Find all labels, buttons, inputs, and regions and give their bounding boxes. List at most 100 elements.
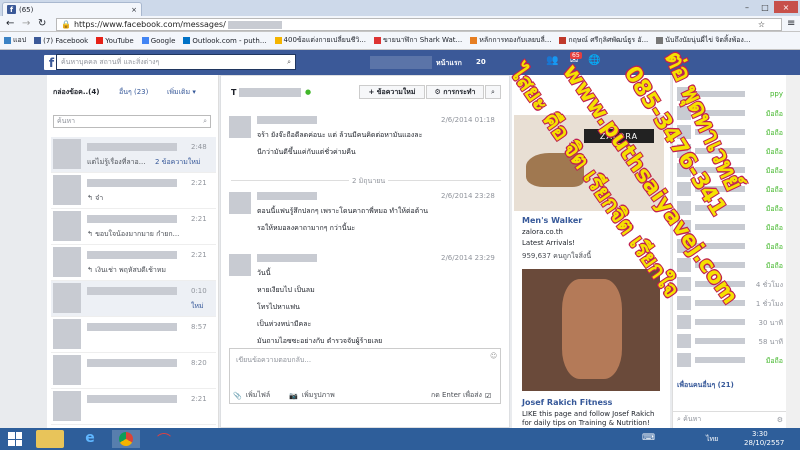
conversation-panel: T ● + ข้อความใหม่ ⚙ การกระทำ ⌕ 2/6/2014 … bbox=[220, 75, 510, 428]
search-icon[interactable]: ⌕ bbox=[287, 58, 291, 67]
conversation-title: T bbox=[231, 88, 237, 97]
message-thread: 2/6/2014 01:18 จร้า ยังจ๊ะถือดีลดค่อนะ แต… bbox=[221, 114, 511, 345]
emoji-icon[interactable]: ☺ bbox=[490, 352, 497, 360]
app-icon[interactable]: ⌒ bbox=[150, 430, 178, 449]
list-item[interactable]: 2:21 ↰ เงินเช่า พฤหัสบดีเช้าหม bbox=[51, 245, 216, 281]
bookmark-icon bbox=[4, 36, 11, 44]
chat-friend-item[interactable]: มือถือ bbox=[673, 351, 787, 369]
tab-other[interactable]: อื่นๆ (23) bbox=[119, 87, 148, 98]
message-time: 2/6/2014 23:28 bbox=[441, 192, 495, 200]
inbox-search-input[interactable]: ค้นหา ⌕ bbox=[53, 115, 211, 128]
list-item[interactable]: 0:10 ใหม่ bbox=[51, 281, 216, 317]
bookmark-item[interactable]: Outlook.com - puth... bbox=[183, 36, 267, 45]
actions-button[interactable]: ⚙ การกระทำ bbox=[426, 85, 484, 99]
list-item[interactable]: 8:57 bbox=[51, 317, 216, 353]
bookmark-icon bbox=[470, 36, 478, 44]
maximize-icon[interactable]: □ bbox=[756, 1, 774, 13]
bookmark-item[interactable]: (7) Facebook bbox=[34, 37, 88, 45]
ad1-title-link[interactable]: Men's Walker bbox=[522, 216, 582, 225]
bookmark-item[interactable]: ขายนาฬิกา Shark Wat... bbox=[374, 35, 462, 46]
avatar bbox=[53, 319, 81, 349]
avatar bbox=[53, 247, 81, 277]
date-separator: 2 มิถุนายน bbox=[231, 176, 501, 187]
globe-icon[interactable]: 🌐 bbox=[588, 55, 600, 66]
list-item[interactable]: 2:21 ↰ จ๋า bbox=[51, 173, 216, 209]
list-item[interactable]: 8:20 bbox=[51, 353, 216, 389]
list-item[interactable]: 2:21 bbox=[51, 389, 216, 425]
avatar bbox=[53, 175, 81, 205]
gear-icon[interactable]: ⚙ bbox=[777, 416, 783, 424]
clock-time[interactable]: 3:30 bbox=[752, 430, 768, 438]
new-message-button[interactable]: + ข้อความใหม่ bbox=[359, 85, 425, 99]
chrome-icon[interactable] bbox=[112, 430, 140, 448]
fitness-ad-image[interactable] bbox=[522, 269, 660, 391]
bookmark-icon bbox=[656, 36, 664, 44]
clock-date: 28/10/2557 bbox=[744, 439, 785, 447]
list-item[interactable]: 2:21 ↰ ขอบใจน้องมากมาย กำยก... bbox=[51, 209, 216, 245]
browser-tab[interactable]: f (65) × bbox=[2, 2, 142, 16]
time-label: 8:57 bbox=[191, 323, 207, 331]
language-indicator[interactable]: ไทย bbox=[706, 434, 718, 445]
message-text: ตอนนี้แฟนรู้สึกปลกๆ เพราะโดนคาถาพี่หมอ ท… bbox=[257, 207, 428, 215]
bookmark-item[interactable]: YouTube bbox=[96, 36, 134, 45]
bookmark-item[interactable]: Google bbox=[141, 36, 176, 45]
time-label: 2:48 bbox=[191, 143, 207, 151]
friend-status: 1 ชั่วโมง bbox=[755, 300, 783, 308]
minimize-icon[interactable]: – bbox=[738, 1, 756, 13]
facebook-search-input[interactable]: ค้นหาบุคคล สถานที่ และสิ่งต่างๆ ⌕ bbox=[56, 54, 296, 70]
close-tab-icon[interactable]: × bbox=[131, 6, 137, 14]
ad2-title-link[interactable]: Josef Rakich Fitness bbox=[522, 398, 612, 407]
man-image bbox=[562, 279, 622, 379]
windows-start-icon[interactable] bbox=[8, 432, 22, 446]
menu-icon[interactable]: ≡ bbox=[787, 18, 795, 29]
bookmark-item[interactable]: นับถึงนัยนุ่นผี่ไข่ จิตสิ้งพ้อง... bbox=[656, 35, 751, 46]
more-menu[interactable]: เพิ่มเติม ▾ bbox=[167, 87, 196, 98]
enter-to-send-toggle[interactable]: กด Enter เพื่อส่ง ☑ bbox=[431, 390, 491, 401]
search-icon: ⌕ bbox=[203, 117, 207, 125]
sender-avatar bbox=[229, 116, 251, 138]
list-item[interactable]: 2:48 แต่ไม่รู้เรื่องที่ลาอ... 2 ข้อความใหม… bbox=[51, 137, 216, 173]
date-separator-label: 2 มิถุนายน bbox=[349, 176, 389, 187]
sender-avatar bbox=[229, 192, 251, 214]
blurred-name bbox=[87, 287, 177, 295]
friend-name bbox=[695, 224, 745, 230]
add-photo-button[interactable]: 📷 เพิ่มรูปภาพ bbox=[289, 390, 335, 401]
bookmark-item[interactable]: แอป bbox=[4, 35, 26, 46]
online-dot-icon: ● bbox=[305, 88, 312, 96]
friend-requests-icon[interactable]: 👥 bbox=[546, 55, 558, 66]
chat-friend-item[interactable]: 58 นาที bbox=[673, 332, 787, 350]
chat-friend-item[interactable]: มือถือ bbox=[673, 199, 787, 217]
avatar bbox=[53, 391, 81, 421]
bookmark-item[interactable]: 400ข้อแต่งกายเปลี่ยนชีวิ... bbox=[274, 35, 366, 46]
friend-name bbox=[695, 357, 745, 363]
add-file-button[interactable]: 📎 เพิ่มไฟล์ bbox=[233, 390, 270, 401]
bookmark-item[interactable]: หลักการทองกับเลยบลี่... bbox=[470, 35, 551, 46]
chat-search-input[interactable]: ⌕ ค้นหา ⚙ bbox=[673, 411, 787, 427]
url-input[interactable]: 🔒 https://www.facebook.com/messages/☆ bbox=[56, 18, 782, 31]
bookmark-item[interactable]: กฤษณ์ ศรีกุลิศพัฒน์ธูร อั... bbox=[559, 35, 648, 46]
chat-friend-item[interactable]: 30 นาที bbox=[673, 313, 787, 331]
more-friends-link[interactable]: เพื่อนคนอื่นๆ (21) bbox=[677, 380, 734, 391]
file-explorer-icon[interactable] bbox=[36, 430, 64, 448]
forward-icon[interactable]: → bbox=[22, 18, 30, 29]
internet-explorer-icon[interactable]: e bbox=[76, 430, 104, 448]
star-icon[interactable]: ☆ bbox=[758, 20, 765, 29]
reload-icon[interactable]: ↻ bbox=[38, 18, 46, 29]
blurred-name bbox=[87, 359, 177, 367]
bookmark-label: YouTube bbox=[105, 36, 134, 45]
bookmark-label: Outlook.com - puth... bbox=[192, 36, 267, 45]
home-link[interactable]: หน้าแรก bbox=[436, 58, 462, 69]
blurred-name bbox=[87, 323, 177, 331]
bookmark-label: Google bbox=[150, 36, 176, 45]
search-icon[interactable]: ⌕ bbox=[485, 85, 501, 99]
tab-inbox[interactable]: กล่องข้อค..(4) bbox=[53, 87, 99, 98]
sender-name bbox=[257, 116, 317, 124]
preview-text: ↰ ขอบใจน้องมากมาย กำยก... bbox=[87, 230, 180, 238]
time-label: 2:21 bbox=[191, 395, 207, 403]
back-icon[interactable]: ← bbox=[6, 18, 14, 29]
profile-avatar[interactable] bbox=[370, 56, 432, 69]
keyboard-icon[interactable]: ⌨ bbox=[642, 433, 655, 443]
scrollbar[interactable] bbox=[786, 75, 800, 428]
close-window-icon[interactable]: × bbox=[774, 1, 798, 13]
message-text: มันถามไอซซะอย่างกับ ตำรวจจับผู้ร้ายเลย bbox=[257, 337, 383, 345]
